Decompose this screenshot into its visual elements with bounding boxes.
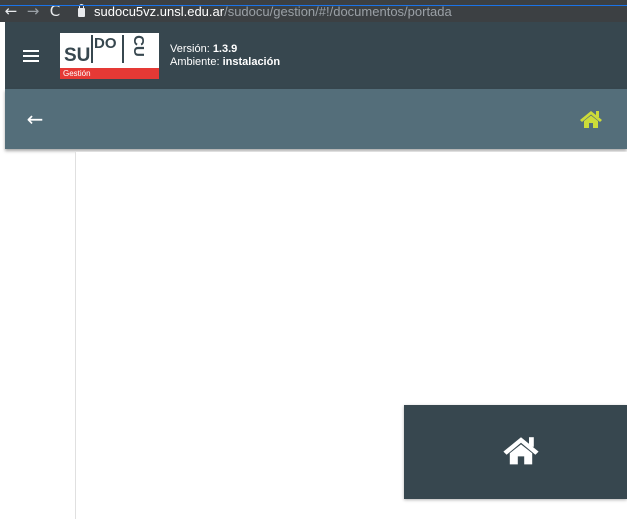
home-card-button[interactable] <box>404 405 627 499</box>
logo-subtitle: Gestión <box>60 67 159 79</box>
app-header: SU DO CU Gestión Versión: 1.3.9 Ambiente… <box>5 22 627 89</box>
browser-address-bar: ← → C sudocu5vz.unsl.edu.ar/sudocu/gesti… <box>0 0 627 22</box>
version-label: Versión: <box>170 42 210 55</box>
browser-back-button[interactable]: ← <box>0 0 22 22</box>
logo-text-cu: CU <box>130 34 147 57</box>
toolbar: ← <box>5 89 627 149</box>
home-button[interactable] <box>576 104 606 134</box>
browser-reload-button[interactable]: C <box>44 0 66 22</box>
url-field[interactable]: sudocu5vz.unsl.edu.ar/sudocu/gestion/#!/… <box>78 0 627 22</box>
logo-text-do: DO <box>94 34 117 52</box>
lock-icon[interactable] <box>78 3 85 17</box>
arrow-left-icon: ← <box>26 107 44 131</box>
home-icon <box>502 436 539 464</box>
sudocu-logo[interactable]: SU DO CU Gestión <box>60 32 159 79</box>
logo-text-su: SU <box>64 44 91 66</box>
environment-value: instalación <box>222 55 281 68</box>
version-info: Versión: 1.3.9 Ambiente: instalación <box>170 43 280 69</box>
environment-label: Ambiente: <box>170 55 220 68</box>
hamburger-menu-icon[interactable] <box>23 49 39 62</box>
version-value: 1.3.9 <box>212 42 238 55</box>
browser-forward-button[interactable]: → <box>22 0 44 22</box>
home-icon <box>580 111 602 128</box>
back-button[interactable]: ← <box>21 105 49 133</box>
page-load-indicator <box>0 5 627 6</box>
